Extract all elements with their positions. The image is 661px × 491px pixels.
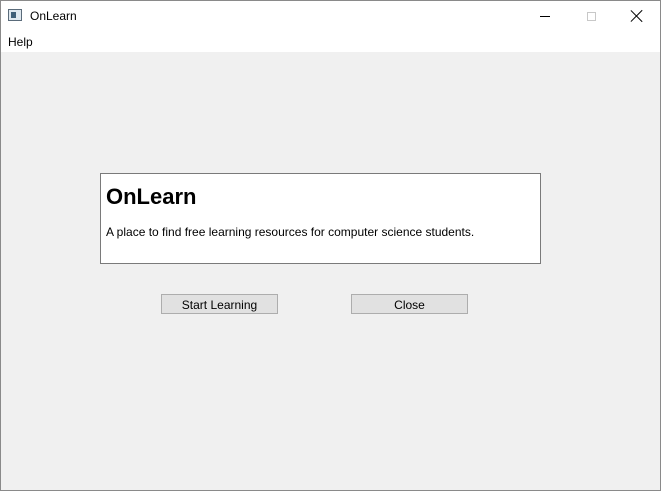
app-window: OnLearn Help OnLearn A place to find fre… [0, 0, 661, 491]
title-bar[interactable]: OnLearn [1, 1, 660, 31]
panel-description: A place to find free learning resources … [106, 225, 475, 239]
close-window-button[interactable] [614, 1, 660, 31]
start-learning-button[interactable]: Start Learning [161, 294, 278, 314]
intro-panel: OnLearn A place to find free learning re… [100, 173, 541, 264]
minimize-icon [540, 15, 550, 17]
maximize-button[interactable] [568, 1, 614, 31]
close-button[interactable]: Close [351, 294, 468, 314]
window-title: OnLearn [30, 9, 77, 23]
minimize-button[interactable] [522, 1, 568, 31]
maximize-icon [586, 11, 596, 21]
panel-title: OnLearn [106, 184, 197, 209]
close-icon [631, 10, 643, 22]
menu-item-help[interactable]: Help [8, 35, 33, 49]
menu-bar: Help [1, 31, 660, 52]
app-window-icon [8, 9, 22, 21]
